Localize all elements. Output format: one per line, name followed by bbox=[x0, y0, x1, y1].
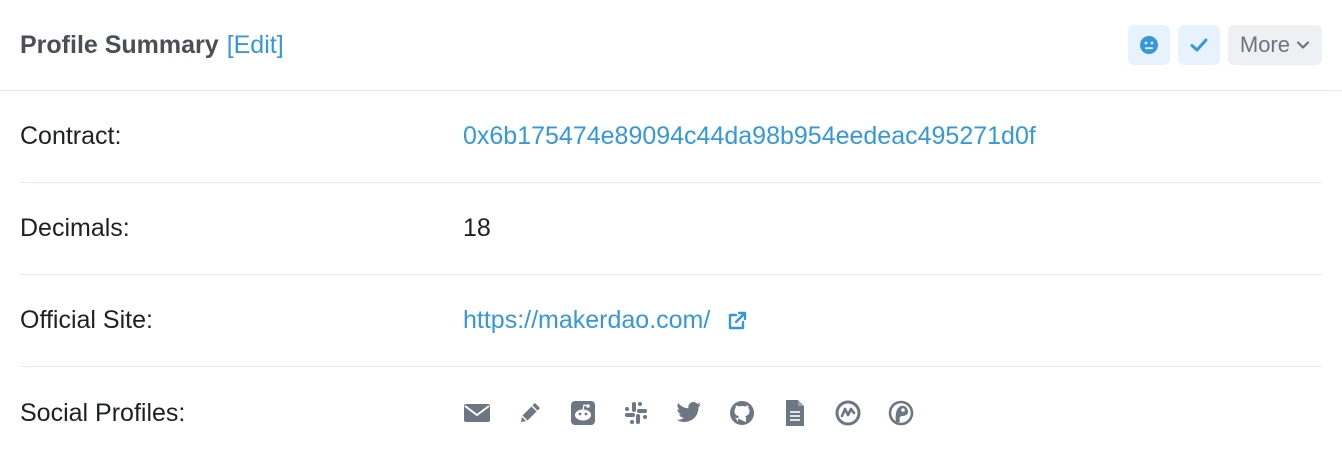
page-title: Profile Summary bbox=[20, 30, 219, 59]
check-icon bbox=[1190, 38, 1208, 52]
row-value: 0x6b175474e89094c44da98b954eedeac495271d… bbox=[463, 122, 1036, 151]
edit-link[interactable]: [Edit] bbox=[227, 31, 284, 60]
row-label: Social Profiles: bbox=[20, 398, 186, 427]
reddit-icon[interactable] bbox=[569, 399, 597, 427]
official-site-link[interactable]: https://makerdao.com/ bbox=[463, 306, 710, 335]
external-link-icon[interactable] bbox=[726, 310, 748, 332]
summary-rows: Contract: 0x6b175474e89094c44da98b954eed… bbox=[0, 91, 1342, 459]
row-label: Contract: bbox=[20, 122, 122, 150]
row-label: Official Site: bbox=[20, 306, 153, 334]
social-profiles-row: Social Profiles: bbox=[20, 367, 1322, 459]
coinmarketcap-icon[interactable] bbox=[834, 399, 862, 427]
row-value: https://makerdao.com/ bbox=[463, 306, 748, 335]
contract-address-link[interactable]: 0x6b175474e89094c44da98b954eedeac495271d… bbox=[463, 122, 1036, 151]
contract-row: Contract: 0x6b175474e89094c44da98b954eed… bbox=[20, 91, 1322, 183]
github-icon[interactable] bbox=[728, 399, 756, 427]
reputation-button[interactable] bbox=[1127, 25, 1170, 65]
pencil-icon[interactable] bbox=[516, 399, 544, 427]
more-label: More bbox=[1239, 32, 1290, 57]
row-label: Decimals: bbox=[20, 214, 130, 242]
more-dropdown-button[interactable]: More bbox=[1227, 25, 1322, 65]
social-icons bbox=[463, 399, 915, 427]
header-actions: More bbox=[1127, 25, 1322, 65]
verified-button[interactable] bbox=[1177, 25, 1220, 65]
twitter-icon[interactable] bbox=[675, 399, 703, 427]
decimals-row: Decimals: 18 bbox=[20, 183, 1322, 275]
document-icon[interactable] bbox=[781, 399, 809, 427]
decimals-value: 18 bbox=[463, 214, 491, 242]
slack-icon[interactable] bbox=[622, 399, 650, 427]
email-icon[interactable] bbox=[463, 399, 491, 427]
chevron-down-icon bbox=[1296, 41, 1310, 49]
official-site-row: Official Site: https://makerdao.com/ bbox=[20, 275, 1322, 367]
title-wrap: Profile Summary [Edit] bbox=[20, 31, 284, 60]
coingecko-icon[interactable] bbox=[887, 399, 915, 427]
card-header: Profile Summary [Edit] More bbox=[0, 0, 1342, 91]
neutral-face-icon bbox=[1139, 36, 1158, 54]
profile-summary-card: Profile Summary [Edit] More Contract: 0x… bbox=[0, 0, 1342, 476]
